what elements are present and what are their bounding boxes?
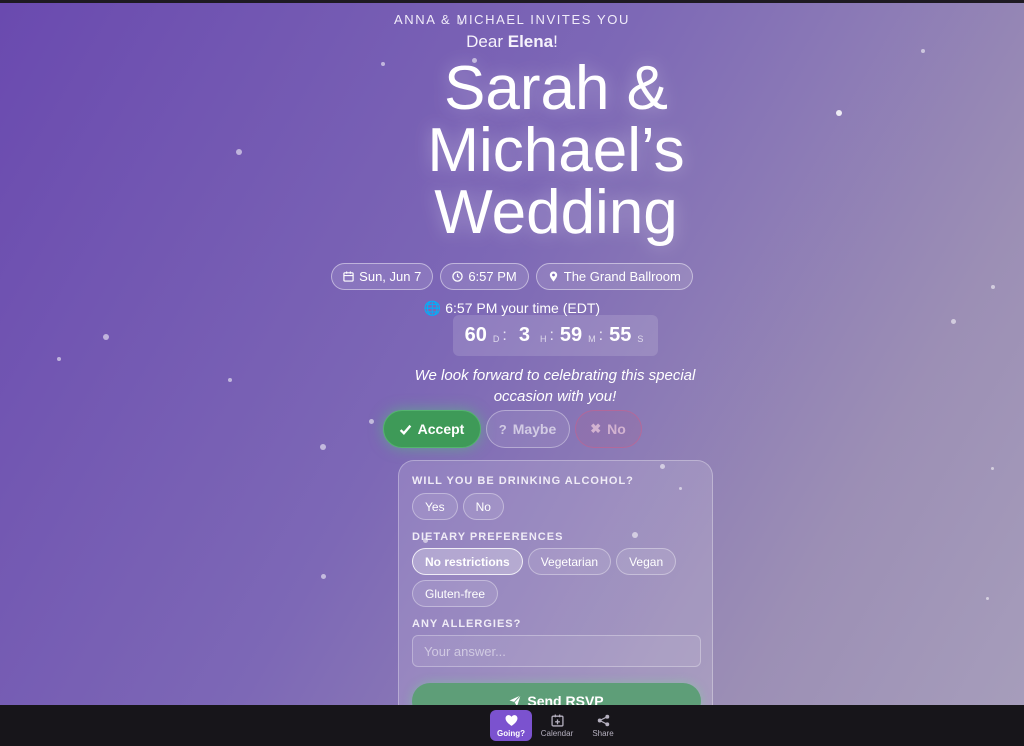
diet-option-vegetarian[interactable]: Vegetarian — [527, 548, 612, 575]
countdown-minutes: 59 — [559, 324, 583, 346]
guest-name: Elena — [507, 32, 554, 51]
accept-label: Accept — [417, 421, 465, 437]
event-title: Sarah & Michael’s Wedding — [427, 54, 685, 247]
rsvp-form: WILL YOU BE DRINKING ALCOHOL? Yes No DIE… — [398, 460, 713, 705]
maybe-label: Maybe — [512, 421, 557, 437]
invites-heading: ANNA & MICHAEL INVITES YOU — [394, 12, 630, 27]
invitation-message: We look forward to celebrating this spec… — [414, 367, 696, 405]
date-label: Sun, Jun 7 — [359, 269, 422, 284]
heart-icon — [505, 714, 517, 726]
sparkle-dot — [991, 467, 994, 470]
sparkle-dot — [986, 597, 989, 600]
nav-share[interactable]: Share — [582, 710, 624, 741]
diet-options: No restrictions Vegetarian Vegan Gluten-… — [412, 548, 702, 607]
alcohol-options: Yes No — [412, 493, 702, 520]
nav-calendar[interactable]: Calendar — [536, 710, 578, 741]
question-icon: ? — [498, 421, 507, 437]
greeting-prefix: Dear — [466, 32, 508, 51]
nav-going[interactable]: Going? — [490, 710, 532, 741]
countdown-days-unit: D — [492, 333, 500, 344]
share-icon — [597, 714, 609, 726]
sparkle-dot — [236, 149, 242, 155]
countdown-separator: : — [598, 326, 604, 344]
bottom-nav: Going? Calendar Share — [490, 710, 624, 741]
sparkle-dot — [321, 574, 326, 579]
greeting-suffix: ! — [553, 32, 558, 51]
nav-going-label: Going? — [497, 728, 525, 738]
date-chip[interactable]: Sun, Jun 7 — [331, 263, 434, 290]
calendar-icon — [343, 271, 354, 282]
event-details: Sun, Jun 7 6:57 PM The Grand Ballroom — [0, 263, 1024, 290]
alcohol-question: WILL YOU BE DRINKING ALCOHOL? — [412, 475, 634, 487]
sparkle-dot — [951, 319, 956, 324]
send-rsvp-button[interactable]: Send RSVP — [412, 683, 701, 705]
allergies-question: ANY ALLERGIES? — [412, 618, 522, 630]
sparkle-dot — [57, 357, 61, 361]
send-icon — [509, 695, 522, 705]
decline-label: No — [607, 421, 626, 437]
send-rsvp-label: Send RSVP — [527, 693, 604, 705]
maybe-button[interactable]: ? Maybe — [485, 410, 570, 448]
countdown-days: 60 — [464, 324, 487, 346]
x-icon: ✖ — [590, 421, 602, 436]
nav-share-label: Share — [592, 728, 614, 738]
sparkle-dot — [228, 378, 232, 382]
invitation-page: ANNA & MICHAEL INVITES YOU Dear Elena! S… — [0, 3, 1024, 705]
bottom-nav-bar: Going? Calendar Share — [0, 705, 1024, 746]
diet-question: DIETARY PREFERENCES — [412, 531, 564, 543]
diet-option-gluten-free[interactable]: Gluten-free — [412, 580, 499, 607]
clock-icon — [452, 271, 464, 282]
diet-option-no-restrictions[interactable]: No restrictions — [412, 548, 523, 575]
location-pin-icon — [549, 271, 557, 282]
countdown-seconds-unit: S — [637, 333, 644, 344]
diet-option-vegan[interactable]: Vegan — [616, 548, 677, 575]
countdown-seconds: 55 — [609, 324, 632, 346]
nav-calendar-label: Calendar — [540, 728, 574, 738]
countdown-separator: : — [502, 326, 507, 344]
countdown-minutes-unit: M — [588, 333, 596, 344]
countdown-timer: 60 D: 3H: 59 M: 55 S — [453, 315, 658, 356]
venue-label: The Grand Ballroom — [563, 269, 681, 284]
decline-button[interactable]: ✖ No — [574, 410, 642, 448]
allergies-input[interactable] — [412, 635, 701, 667]
alcohol-option-yes[interactable]: Yes — [412, 493, 458, 520]
calendar-add-icon — [550, 714, 564, 727]
accept-button[interactable]: Accept — [382, 410, 481, 448]
countdown-separator: : — [549, 326, 554, 344]
rsvp-choices: Accept ? Maybe ✖ No — [0, 410, 1024, 448]
checkmark-icon — [399, 424, 411, 435]
alcohol-option-no[interactable]: No — [462, 493, 504, 520]
countdown-hours-unit: H — [539, 333, 547, 344]
time-label: 6:57 PM — [468, 269, 517, 284]
venue-chip[interactable]: The Grand Ballroom — [535, 263, 693, 290]
countdown-hours: 3 — [518, 324, 530, 346]
greeting: Dear Elena! — [0, 32, 1024, 52]
sparkle-dot — [836, 110, 842, 116]
time-chip[interactable]: 6:57 PM — [440, 263, 529, 290]
sparkle-dot — [103, 334, 109, 340]
